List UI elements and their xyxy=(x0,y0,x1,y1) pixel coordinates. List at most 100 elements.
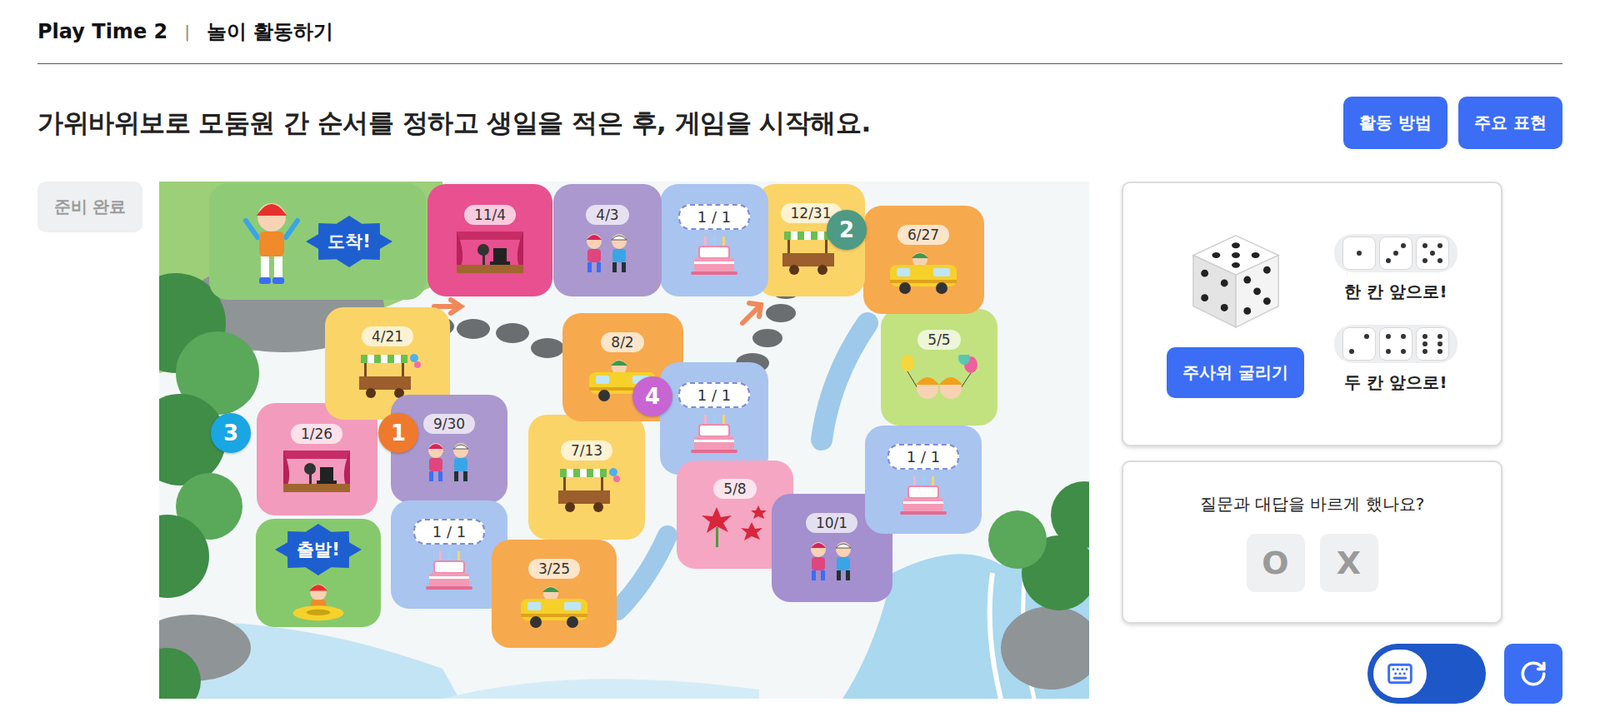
rule: 한 칸 앞으로! xyxy=(1334,234,1458,304)
stage-icon xyxy=(455,230,525,275)
pip xyxy=(1437,334,1443,340)
flowers-icon xyxy=(700,504,770,551)
date-tile: 1/26 xyxy=(256,403,378,516)
pip xyxy=(1393,250,1399,256)
header: Play Time 2 | 놀이 활동하기 xyxy=(37,0,1563,65)
pip xyxy=(1400,243,1406,249)
ready-button[interactable]: 준비 완료 xyxy=(37,181,143,233)
cart-icon xyxy=(352,351,423,400)
date-tile: 6/27 xyxy=(863,205,985,315)
check-option[interactable]: X xyxy=(1320,534,1379,593)
die-face-icon xyxy=(1415,327,1450,361)
stage-icon xyxy=(281,449,352,495)
pip xyxy=(1422,334,1428,340)
cake-icon xyxy=(689,235,740,277)
toggle-knob xyxy=(1373,650,1427,699)
pip xyxy=(1422,258,1428,264)
player-token[interactable]: 2 xyxy=(826,210,867,250)
date-label: 5/5 xyxy=(917,330,960,350)
car-icon xyxy=(517,584,591,630)
pip xyxy=(1400,334,1406,340)
top-button[interactable]: 활동 방법 xyxy=(1343,96,1448,150)
roll-button[interactable]: 주사위 굴리기 xyxy=(1166,347,1305,399)
pip xyxy=(1364,334,1370,340)
player-token[interactable]: 4 xyxy=(632,376,673,417)
pip xyxy=(1400,349,1406,355)
blank-tile: 1 / 1 xyxy=(865,425,982,535)
die-faces xyxy=(1334,325,1458,364)
rule: 두 칸 앞으로! xyxy=(1334,325,1458,395)
birthday-field[interactable]: 1 / 1 xyxy=(413,519,485,545)
tube-kid-icon xyxy=(285,580,352,623)
game-board: 출발!1/264/219/301 / 13/257/138/21 / 15/81… xyxy=(159,181,1090,700)
side-panel: 주사위 굴리기한 칸 앞으로!두 칸 앞으로!질문과 대답을 바르게 했나요?O… xyxy=(1121,181,1563,705)
title-row: 가위바위보로 모둠원 간 순서를 정하고 생일을 적은 후, 게임을 시작해요.… xyxy=(37,96,1563,150)
date-label: 6/27 xyxy=(897,225,950,245)
rule-label: 한 칸 앞으로! xyxy=(1344,280,1447,304)
blank-tile: 1 / 1 xyxy=(660,184,769,297)
start-label: 출발! xyxy=(275,524,362,576)
rules: 한 칸 앞으로! 두 칸 앞으로! xyxy=(1334,234,1458,395)
die-face-icon xyxy=(1415,236,1450,270)
cake-icon xyxy=(424,550,475,592)
pip xyxy=(1422,349,1428,355)
dice-card: 주사위 굴리기 한 칸 앞으로! 두 칸 앞으로! xyxy=(1121,181,1503,447)
date-label: 10/1 xyxy=(805,513,858,534)
rule-label: 두 칸 앞으로! xyxy=(1344,371,1447,395)
page: Play Time 2 | 놀이 활동하기가위바위보로 모둠원 간 순서를 정하고 … xyxy=(0,0,1600,712)
date-label: 3/25 xyxy=(528,559,580,580)
finish-tile: 도착! xyxy=(209,183,426,300)
cake-icon xyxy=(689,413,740,455)
kids-icon xyxy=(415,439,483,485)
instruction: 가위바위보로 모둠원 간 순서를 정하고 생일을 적은 후, 게임을 시작해요. xyxy=(37,105,871,141)
pip xyxy=(1356,250,1362,256)
header-subtitle: 놀이 활동하기 xyxy=(206,18,334,45)
date-label: 11/4 xyxy=(464,205,516,225)
date-tile: 7/13 xyxy=(528,415,645,540)
pip xyxy=(1437,243,1443,249)
top-buttons: 활동 방법주요 표현 xyxy=(1343,96,1563,150)
keyboard-toggle[interactable] xyxy=(1367,644,1486,705)
balloons-icon xyxy=(899,355,980,405)
die-face-icon xyxy=(1379,236,1413,270)
pip xyxy=(1422,341,1428,347)
start-tile: 출발! xyxy=(255,519,381,628)
date-tile: 4/3 xyxy=(553,184,662,297)
player-token[interactable]: 1 xyxy=(378,413,419,454)
header-title: Play Time 2 xyxy=(37,20,168,44)
bottom-controls xyxy=(1121,644,1563,705)
blank-tile: 1 / 1 xyxy=(660,362,769,475)
date-label: 4/3 xyxy=(585,205,629,225)
date-label: 7/13 xyxy=(560,440,613,461)
date-tile: 3/25 xyxy=(491,540,617,649)
date-label: 1/26 xyxy=(290,424,343,445)
date-label: 8/2 xyxy=(600,332,644,353)
pip xyxy=(1437,258,1443,264)
die-face-icon xyxy=(1342,236,1376,270)
die-face-icon xyxy=(1379,327,1413,361)
check-option[interactable]: O xyxy=(1246,534,1305,593)
check-options: OX xyxy=(1246,534,1379,593)
kid-icon xyxy=(242,195,301,288)
refresh-button[interactable] xyxy=(1504,644,1563,705)
date-label: 4/21 xyxy=(361,326,414,347)
cart-icon xyxy=(551,465,622,515)
pip xyxy=(1437,349,1443,355)
date-tile: 11/4 xyxy=(427,184,553,297)
pip xyxy=(1437,341,1443,347)
die-faces xyxy=(1334,234,1458,273)
cake-icon xyxy=(898,475,949,517)
main: 준비 완료출발!1/264/219/301 / 13/257/138/21 / … xyxy=(37,181,1563,705)
birthday-field[interactable]: 1 / 1 xyxy=(678,204,750,230)
pip xyxy=(1385,258,1391,264)
pip xyxy=(1385,349,1391,355)
player-token[interactable]: 3 xyxy=(210,413,251,454)
blank-tile: 1 / 1 xyxy=(390,500,508,610)
birthday-field[interactable]: 1 / 1 xyxy=(678,382,750,409)
birthday-field[interactable]: 1 / 1 xyxy=(887,444,960,470)
top-button[interactable]: 주요 표현 xyxy=(1458,96,1563,150)
kids-icon xyxy=(798,538,865,584)
date-tile: 5/5 xyxy=(880,309,998,426)
header-separator: | xyxy=(184,21,190,42)
car-icon xyxy=(886,250,960,295)
